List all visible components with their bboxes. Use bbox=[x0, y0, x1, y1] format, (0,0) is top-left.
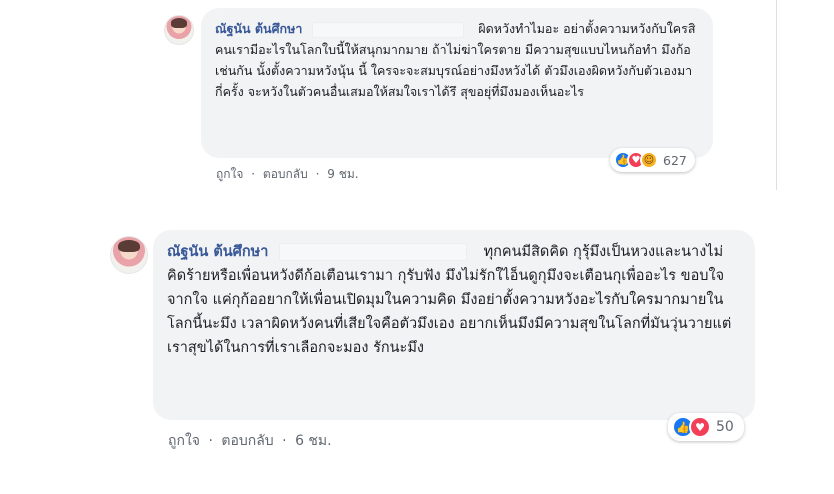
separator-dot: · bbox=[208, 433, 213, 449]
like-link[interactable]: ถูกใจ bbox=[216, 167, 243, 181]
reactions-summary[interactable]: 👍 ♥ 50 bbox=[668, 413, 744, 441]
separator-dot: · bbox=[282, 433, 287, 449]
comment-author[interactable]: ณัฐนัน ต้นศึกษา bbox=[215, 21, 302, 36]
comment-2: ณัฐนัน ต้นศึกษา ทุกคนมีสิดคิด กุรุ้มึงเป… bbox=[0, 220, 834, 494]
reaction-count: 627 bbox=[663, 152, 687, 168]
reaction-count: 50 bbox=[716, 419, 734, 435]
reactions-summary[interactable]: 👍 ♥ ☺ 627 bbox=[610, 148, 695, 172]
separator-dot: · bbox=[315, 167, 320, 181]
comment-actions: ถูกใจ · ตอบกลับ · 9 ชม. bbox=[216, 165, 359, 184]
comment-timestamp[interactable]: 9 ชม. bbox=[327, 167, 358, 181]
comment-actions: ถูกใจ · ตอบกลับ · 6 ชม. bbox=[168, 430, 332, 452]
comment-timestamp[interactable]: 6 ชม. bbox=[295, 433, 332, 449]
redacted-name-box bbox=[312, 21, 465, 38]
love-icon: ♥ bbox=[689, 416, 711, 438]
comment-bubble: ณัฐนัน ต้นศึกษา ผิดหวังทำไมอะ อย่าตั้งคว… bbox=[201, 8, 713, 158]
reply-link[interactable]: ตอบกลับ bbox=[263, 167, 308, 181]
like-link[interactable]: ถูกใจ bbox=[168, 433, 200, 449]
commenter-avatar[interactable] bbox=[164, 15, 194, 45]
commenter-avatar[interactable] bbox=[110, 236, 148, 274]
comment-1: ณัฐนัน ต้นศึกษา ผิดหวังทำไมอะ อย่าตั้งคว… bbox=[0, 0, 834, 200]
separator-dot: · bbox=[251, 167, 256, 181]
comment-author[interactable]: ณัฐนัน ต้นศึกษา bbox=[167, 244, 268, 260]
comment-bubble: ณัฐนัน ต้นศึกษา ทุกคนมีสิดคิด กุรุ้มึงเป… bbox=[153, 230, 755, 420]
redacted-name-box bbox=[278, 243, 467, 261]
reply-link[interactable]: ตอบกลับ bbox=[221, 433, 273, 449]
haha-icon: ☺ bbox=[640, 151, 658, 169]
